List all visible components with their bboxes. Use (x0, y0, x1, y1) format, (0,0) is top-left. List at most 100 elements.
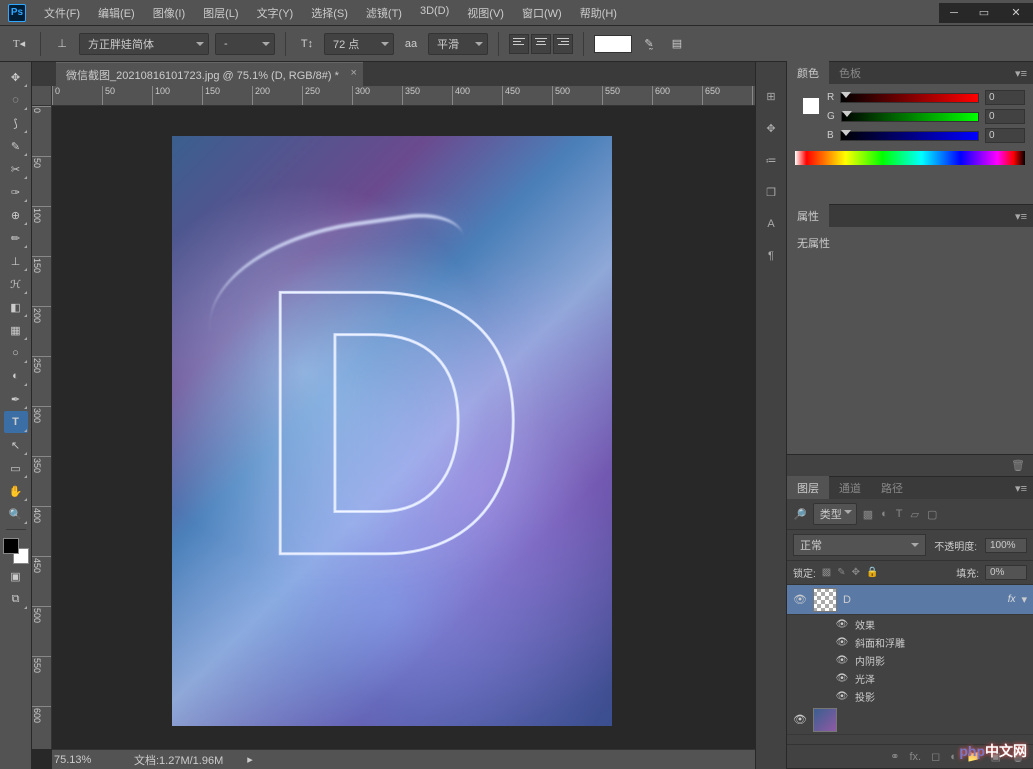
quick-mask-icon[interactable]: ▣ (4, 565, 28, 587)
history-brush-tool[interactable]: ℋ (4, 273, 28, 295)
effect-row[interactable]: 👁投影 (787, 687, 1033, 705)
effect-row[interactable]: 👁斜面和浮雕 (787, 633, 1033, 651)
document-tab[interactable]: 微信截图_20210816101723.jpg @ 75.1% (D, RGB/… (56, 62, 363, 87)
effects-header-row[interactable]: 👁 效果 (787, 615, 1033, 633)
visibility-toggle[interactable]: 👁 (835, 691, 849, 702)
visibility-toggle[interactable]: 👁 (835, 673, 849, 684)
g-value[interactable]: 0 (985, 109, 1025, 124)
gradient-tool[interactable]: ▦ (4, 319, 28, 341)
menu-filter[interactable]: 滤镜(T) (358, 2, 410, 24)
align-center-button[interactable] (531, 34, 551, 54)
fill-field[interactable]: 0% (985, 565, 1027, 580)
visibility-toggle[interactable]: 👁 (835, 637, 849, 648)
maximize-button[interactable]: ▭ (969, 3, 999, 23)
fx-expand-icon[interactable]: ▾ (1021, 593, 1027, 606)
vertical-ruler[interactable]: 0501001502002503003504004505005506006507… (32, 106, 52, 749)
menu-view[interactable]: 视图(V) (459, 2, 512, 24)
stamp-tool[interactable]: ⊥ (4, 250, 28, 272)
group-icon[interactable]: 📁 (967, 750, 981, 763)
shape-tool[interactable]: ▭ (4, 457, 28, 479)
tab-layers[interactable]: 图层 (787, 476, 829, 500)
ruler-origin[interactable] (32, 86, 52, 106)
effect-row[interactable]: 👁内阴影 (787, 651, 1033, 669)
fg-color-chip[interactable] (795, 90, 811, 106)
filter-kind-combo[interactable]: 类型 (813, 503, 857, 525)
eraser-tool[interactable]: ◧ (4, 296, 28, 318)
r-value[interactable]: 0 (985, 90, 1025, 105)
font-size-combo[interactable]: 72 点 (324, 33, 394, 55)
font-family-combo[interactable]: 方正胖娃简体 (79, 33, 209, 55)
filter-pixel-icon[interactable]: ▩ (863, 508, 873, 521)
marquee-tool[interactable]: ◌ (4, 89, 28, 111)
character-panel-icon[interactable]: A (761, 214, 781, 234)
layer-row-background[interactable]: 👁 (787, 705, 1033, 735)
menu-layer[interactable]: 图层(L) (195, 2, 246, 24)
lock-transparent-icon[interactable]: ▩ (822, 567, 831, 578)
crop-tool[interactable]: ✂ (4, 158, 28, 180)
align-right-button[interactable] (553, 34, 573, 54)
menu-edit[interactable]: 编辑(E) (90, 2, 143, 24)
canvas-viewport[interactable]: D (52, 106, 755, 749)
canvas[interactable]: D (172, 136, 612, 726)
align-left-button[interactable] (509, 34, 529, 54)
effect-row[interactable]: 👁光泽 (787, 669, 1033, 687)
status-menu-icon[interactable]: ▸ (247, 753, 253, 766)
visibility-toggle[interactable]: 👁 (793, 713, 807, 726)
tab-swatches[interactable]: 色板 (829, 61, 871, 85)
warp-text-icon[interactable]: ✎̰ (638, 33, 660, 55)
character-panel-icon[interactable]: ▤ (666, 33, 688, 55)
quick-select-tool[interactable]: ✎ (4, 135, 28, 157)
minimize-button[interactable]: ─ (939, 3, 969, 23)
tool-preset-icon[interactable]: T◂ (8, 33, 30, 55)
layer-list[interactable]: 👁 D fx ▾ 👁 效果 👁斜面和浮雕 👁内阴影 👁光泽 👁投影 (787, 585, 1033, 744)
menu-select[interactable]: 选择(S) (303, 2, 356, 24)
layer-style-icon[interactable]: fx. (910, 751, 922, 763)
brush-tool[interactable]: ✏ (4, 227, 28, 249)
blur-tool[interactable]: ○ (4, 342, 28, 364)
filter-type-icon[interactable]: T (896, 508, 903, 521)
tab-properties[interactable]: 属性 (787, 204, 829, 228)
fx-badge[interactable]: fx (1008, 594, 1016, 605)
zoom-field[interactable]: 75.13% (54, 754, 114, 766)
g-slider[interactable] (841, 112, 979, 122)
path-select-tool[interactable]: ↖ (4, 434, 28, 456)
layer-row-d[interactable]: 👁 D fx ▾ (787, 585, 1033, 615)
filter-adjust-icon[interactable]: ◐ (881, 508, 888, 521)
paragraph-panel-icon[interactable]: ¶ (761, 246, 781, 266)
new-layer-icon[interactable]: ▣ (991, 750, 1001, 763)
panel-menu-icon[interactable]: ▾≡ (1015, 210, 1027, 223)
text-color-swatch[interactable] (594, 35, 632, 53)
menu-help[interactable]: 帮助(H) (572, 2, 625, 24)
adjustment-layer-icon[interactable]: ◐ (950, 751, 957, 763)
visibility-toggle[interactable]: 👁 (793, 593, 807, 606)
layer-mask-icon[interactable]: ◻ (931, 750, 940, 763)
foreground-color[interactable] (3, 538, 19, 554)
horizontal-ruler[interactable]: 0501001502002503003504004505005506006507… (52, 86, 755, 106)
adjustments-panel-icon[interactable]: ≔ (761, 150, 781, 170)
color-swatches[interactable] (3, 538, 29, 564)
visibility-toggle[interactable]: 👁 (835, 655, 849, 666)
lock-pixels-icon[interactable]: ✎ (837, 567, 845, 578)
opacity-field[interactable]: 100% (985, 538, 1027, 553)
move-tool[interactable]: ✥ (4, 66, 28, 88)
layer-thumbnail[interactable] (813, 708, 837, 732)
filter-smart-icon[interactable]: ▢ (927, 508, 937, 521)
layer-thumbnail[interactable] (813, 588, 837, 612)
menu-3d[interactable]: 3D(D) (412, 2, 457, 24)
menu-file[interactable]: 文件(F) (36, 2, 88, 24)
anti-alias-combo[interactable]: 平滑 (428, 33, 488, 55)
color-spectrum[interactable] (795, 151, 1025, 165)
panel-menu-icon[interactable]: ▾≡ (1015, 482, 1027, 495)
lock-all-icon[interactable]: 🔒 (866, 567, 878, 578)
blend-mode-combo[interactable]: 正常 (793, 534, 926, 556)
trash-icon[interactable]: 🗑 (1011, 459, 1025, 472)
delete-layer-icon[interactable]: 🗑 (1011, 750, 1025, 763)
panel-menu-icon[interactable]: ▾≡ (1015, 67, 1027, 80)
font-style-combo[interactable]: - (215, 33, 275, 55)
link-layers-icon[interactable]: ⚭ (890, 750, 899, 763)
hand-tool[interactable]: ✋ (4, 480, 28, 502)
b-slider[interactable] (840, 131, 979, 141)
r-slider[interactable] (840, 93, 979, 103)
styles-panel-icon[interactable]: ❐ (761, 182, 781, 202)
close-button[interactable]: ✕ (999, 3, 1033, 23)
